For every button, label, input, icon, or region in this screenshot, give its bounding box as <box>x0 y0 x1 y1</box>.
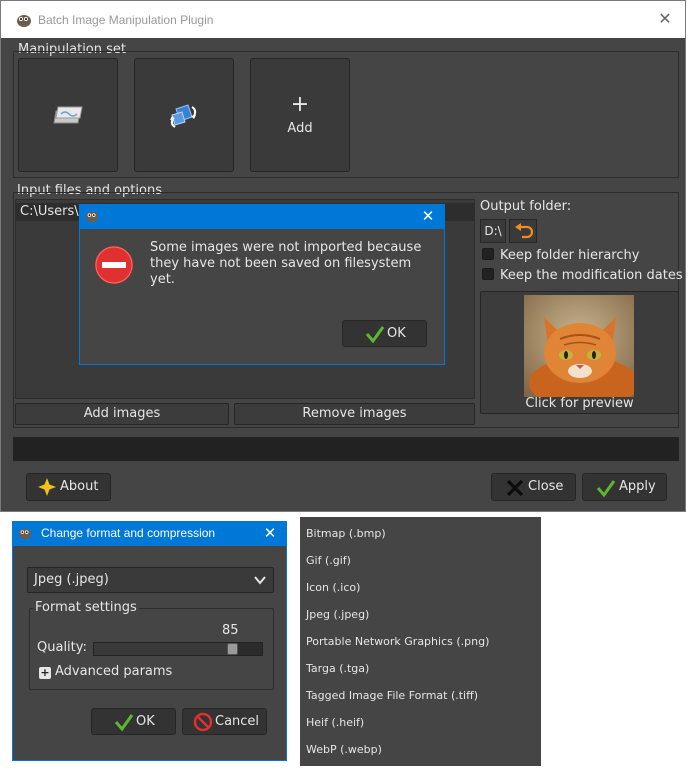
close-icon[interactable]: ✕ <box>418 206 438 226</box>
chevron-down-icon <box>254 576 266 585</box>
output-folder-back-button[interactable] <box>509 219 537 243</box>
format-option-heif[interactable]: Heif (.heif) <box>306 714 364 732</box>
resize-icon <box>53 106 83 124</box>
format-option-jpeg[interactable]: Jpeg (.jpeg) <box>306 606 369 624</box>
main-title-bar: Batch Image Manipulation Plugin ✕ <box>1 1 685 38</box>
close-icon[interactable]: ✕ <box>655 9 675 29</box>
apply-label: Apply <box>619 479 656 494</box>
close-icon[interactable]: ✕ <box>260 523 280 543</box>
advanced-params-label: Advanced params <box>55 664 173 679</box>
progress-bar <box>13 437 679 461</box>
cat-preview-image <box>524 295 634 397</box>
change-format-icon <box>170 104 197 128</box>
format-option-webp[interactable]: WebP (.webp) <box>306 741 382 759</box>
cancel-label: Cancel <box>215 714 260 729</box>
advanced-params-expander[interactable]: + Advanced params <box>39 664 172 679</box>
checkmark-icon <box>365 326 385 344</box>
error-ok-button[interactable]: OK <box>342 320 427 347</box>
checkmark-icon <box>596 480 616 498</box>
output-folder-chooser[interactable]: D:\ <box>480 219 506 243</box>
error-icon <box>95 246 133 284</box>
apply-button[interactable]: Apply <box>582 473 667 501</box>
checkmark-icon <box>114 714 134 732</box>
preview-label: Click for preview <box>525 396 634 411</box>
undo-arrow-icon <box>515 223 534 239</box>
format-ok-button[interactable]: OK <box>91 708 176 735</box>
add-images-button[interactable]: Add images <box>15 403 229 425</box>
format-options-list[interactable]: Bitmap (.bmp) Gif (.gif) Icon (.ico) Jpe… <box>300 517 541 766</box>
close-button[interactable]: Close <box>491 473 576 501</box>
keep-modification-dates-checkbox[interactable]: Keep the modification dates <box>482 267 683 285</box>
add-manipulation-label: Add <box>287 121 313 136</box>
keep-modification-dates-label: Keep the modification dates <box>500 268 683 283</box>
quality-slider-fill <box>94 643 227 655</box>
quality-label: Quality: <box>37 640 87 655</box>
checkbox-box[interactable] <box>482 268 494 280</box>
close-label: Close <box>528 479 564 494</box>
expand-plus-icon: + <box>39 666 51 679</box>
quality-slider[interactable] <box>93 642 263 656</box>
window-title: Batch Image Manipulation Plugin <box>38 13 214 27</box>
x-icon <box>506 479 524 497</box>
format-option-gif[interactable]: Gif (.gif) <box>306 552 351 570</box>
cancel-icon <box>193 712 213 732</box>
format-option-png[interactable]: Portable Network Graphics (.png) <box>306 633 489 651</box>
format-dialog-title: Change format and compression <box>41 526 216 540</box>
gimp-logo-icon <box>17 15 31 27</box>
star-icon <box>38 478 56 496</box>
error-dialog-title-bar: ✕ <box>80 205 444 229</box>
gimp-logo-icon <box>18 528 32 540</box>
format-settings-label: Format settings <box>33 600 139 615</box>
format-dropdown[interactable]: Jpeg (.jpeg) <box>27 567 274 593</box>
keep-folder-hierarchy-label: Keep folder hierarchy <box>500 248 640 263</box>
output-folder-label: Output folder: <box>480 199 572 214</box>
preview-button[interactable]: Click for preview <box>480 291 679 414</box>
quality-value: 85 <box>222 623 239 638</box>
format-option-tga[interactable]: Targa (.tga) <box>306 660 369 678</box>
error-dialog: ✕ Some images were not imported because … <box>79 204 445 365</box>
ok-label: OK <box>387 326 406 341</box>
ok-label: OK <box>136 714 155 729</box>
format-option-bmp[interactable]: Bitmap (.bmp) <box>306 525 386 543</box>
gimp-logo-icon <box>85 211 99 223</box>
manipulation-resize-button[interactable] <box>18 58 118 172</box>
add-manipulation-button[interactable]: + Add <box>250 58 350 172</box>
keep-folder-hierarchy-checkbox[interactable]: Keep folder hierarchy <box>482 247 639 265</box>
format-option-ico[interactable]: Icon (.ico) <box>306 579 360 597</box>
about-button[interactable]: About <box>26 473 111 501</box>
change-format-dialog: Change format and compression ✕ Jpeg (.j… <box>12 521 287 761</box>
checkbox-box[interactable] <box>482 248 494 260</box>
quality-slider-handle[interactable] <box>227 643 238 655</box>
format-dialog-title-bar: Change format and compression ✕ <box>13 522 286 546</box>
format-cancel-button[interactable]: Cancel <box>182 708 267 735</box>
about-label: About <box>60 479 99 494</box>
add-icon: + <box>290 92 310 117</box>
error-message: Some images were not imported because th… <box>150 240 422 287</box>
format-dropdown-value: Jpeg (.jpeg) <box>34 572 109 587</box>
remove-images-button[interactable]: Remove images <box>234 403 475 425</box>
manipulation-change-format-button[interactable] <box>134 58 234 172</box>
format-option-tiff[interactable]: Tagged Image File Format (.tiff) <box>306 687 478 705</box>
